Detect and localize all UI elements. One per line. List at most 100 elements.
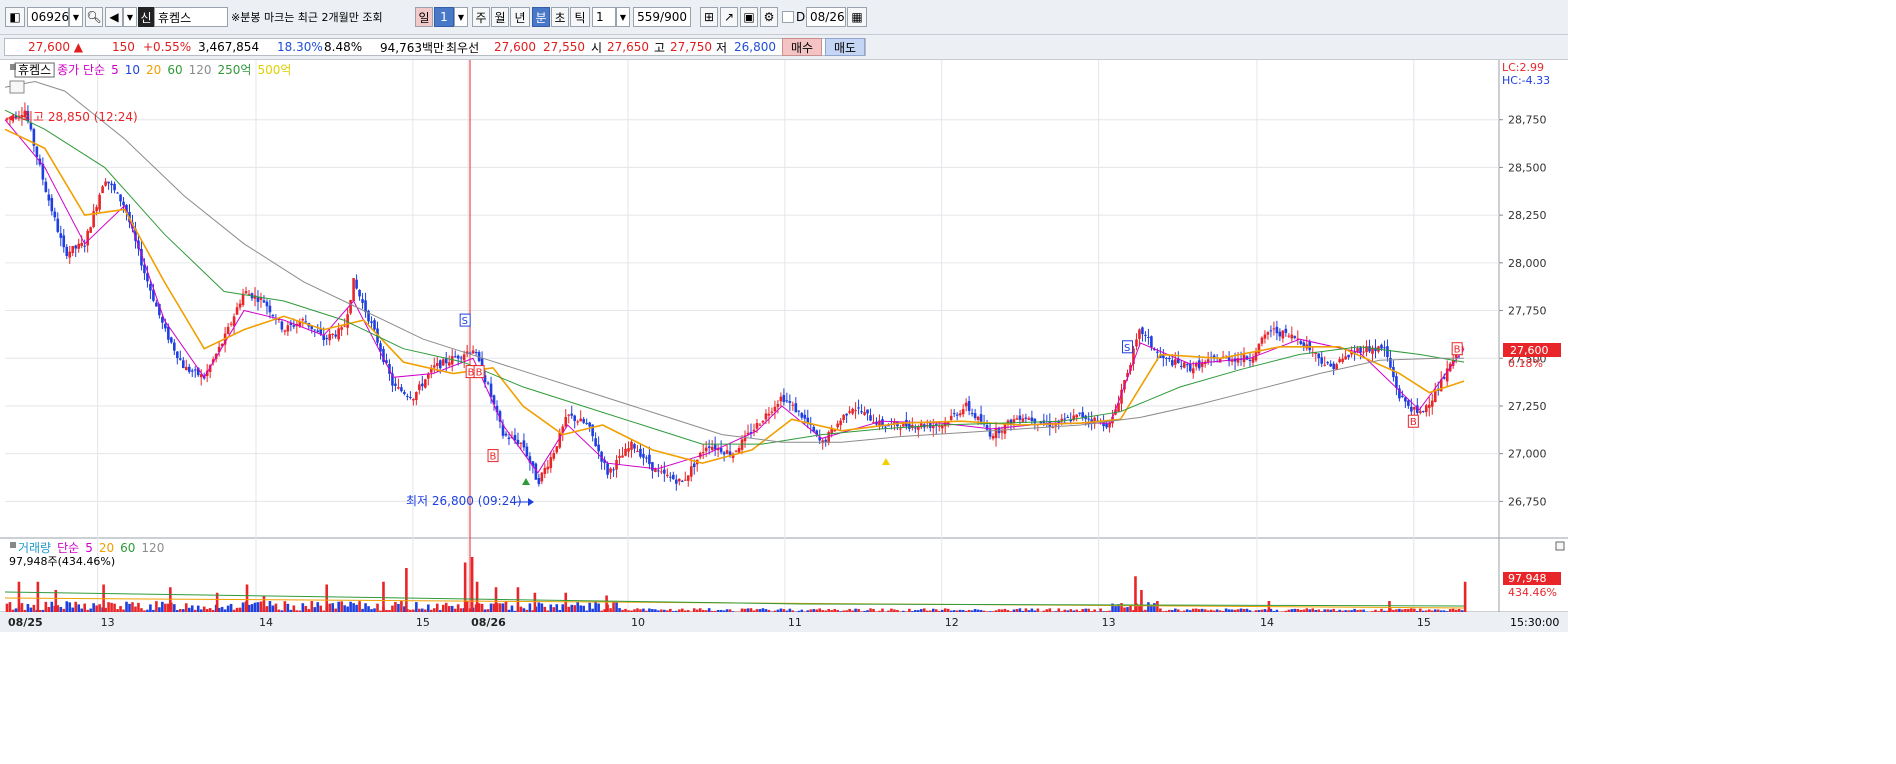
volume-bar bbox=[767, 609, 771, 612]
count-field[interactable]: 559/900 bbox=[633, 7, 691, 27]
volume-bar bbox=[1069, 609, 1073, 612]
volume-spike bbox=[475, 581, 479, 612]
settings-icon[interactable]: ⚙ bbox=[760, 7, 778, 27]
candle-body bbox=[1410, 406, 1413, 412]
interval-dropdown-icon[interactable]: ▼ bbox=[616, 7, 630, 27]
volume-spike bbox=[36, 581, 40, 612]
candle-body bbox=[1168, 357, 1171, 360]
candle-body bbox=[424, 379, 427, 388]
volume-bar bbox=[537, 602, 541, 612]
candle-body bbox=[74, 245, 78, 249]
period-minute[interactable]: 분 bbox=[532, 7, 550, 27]
calendar-icon[interactable]: ▦ bbox=[847, 7, 867, 27]
search-icon[interactable]: 🔍︎ bbox=[85, 7, 103, 27]
volume-bar bbox=[1057, 608, 1061, 612]
volume-bar bbox=[672, 611, 675, 612]
volume-bar bbox=[567, 606, 571, 612]
code-input[interactable]: 069260 bbox=[27, 7, 77, 27]
volume-bar bbox=[394, 602, 397, 612]
volume-bar bbox=[543, 606, 547, 612]
candle-body bbox=[1427, 404, 1431, 408]
candle-body bbox=[689, 466, 693, 477]
time-axis-background bbox=[0, 612, 1568, 632]
period-day[interactable]: 일 bbox=[415, 7, 433, 27]
candle-body bbox=[770, 411, 774, 413]
period-month[interactable]: 월 bbox=[491, 7, 509, 27]
volume-bar bbox=[1338, 609, 1341, 612]
volume-bar bbox=[1147, 602, 1150, 612]
candle-body bbox=[788, 401, 792, 403]
volume-bar bbox=[1326, 609, 1329, 612]
volume-bar bbox=[1362, 609, 1365, 612]
price-legend-item: 250억 bbox=[218, 63, 252, 77]
period-year[interactable]: 년 bbox=[510, 7, 530, 27]
indicator-icon[interactable]: ⊞ bbox=[700, 7, 718, 27]
period-dropdown-icon[interactable]: ▼ bbox=[454, 7, 468, 27]
price-legend-item: 종가 단순 bbox=[57, 63, 105, 77]
stock-name-field[interactable]: 휴켐스 bbox=[154, 7, 228, 27]
x-tick-label: 11 bbox=[788, 616, 802, 629]
date-input[interactable]: 08/26 bbox=[806, 7, 846, 27]
candle-body bbox=[265, 301, 269, 307]
volume-bar bbox=[788, 608, 792, 612]
candle-body bbox=[462, 354, 466, 361]
volume-bar bbox=[923, 608, 926, 612]
price-legend-item: 10 bbox=[125, 63, 140, 77]
candle-body bbox=[167, 326, 170, 340]
candle-body bbox=[1284, 328, 1288, 333]
date-checkbox[interactable] bbox=[782, 11, 794, 23]
candle-body bbox=[857, 407, 860, 409]
volume-bar bbox=[1233, 609, 1237, 612]
candle-body bbox=[262, 300, 266, 303]
candle-body bbox=[340, 327, 343, 330]
sell-button[interactable]: 매도 bbox=[825, 38, 865, 56]
volume-bar bbox=[719, 609, 723, 612]
volume-bar bbox=[818, 608, 822, 612]
period-second[interactable]: 초 bbox=[551, 7, 569, 27]
candle-body bbox=[931, 425, 935, 429]
volume-bar bbox=[184, 603, 188, 612]
volume-bar bbox=[964, 610, 968, 612]
speaker-icon[interactable]: ◀ bbox=[105, 7, 123, 27]
price-chart[interactable]: SB BBSBB 28,75028,50028,25028,00027,75027… bbox=[0, 60, 1568, 632]
high-annotation: 최고 28,850 (12:24) bbox=[22, 110, 138, 124]
speaker-dropdown-icon[interactable]: ▼ bbox=[123, 7, 137, 27]
candle-body bbox=[800, 413, 804, 418]
volume-spike bbox=[1463, 581, 1467, 612]
y-tick-label: 26,750 bbox=[1508, 495, 1547, 508]
volume-bar bbox=[931, 608, 935, 612]
volume-bar bbox=[1224, 608, 1228, 612]
volume-bar bbox=[283, 601, 287, 612]
code-dropdown-icon[interactable]: ▼ bbox=[69, 7, 83, 27]
interval-input[interactable]: 1 bbox=[592, 7, 616, 27]
candle-body bbox=[1419, 411, 1422, 413]
candle-body bbox=[884, 426, 887, 428]
ratio-1: 18.30% bbox=[277, 40, 323, 54]
buy-button[interactable]: 매수 bbox=[782, 38, 822, 56]
signal-buy: B bbox=[1407, 414, 1419, 428]
volume-bar bbox=[1454, 609, 1458, 612]
period-tick[interactable]: 틱 bbox=[570, 7, 590, 27]
volume-bar bbox=[1448, 609, 1452, 612]
volume-bar bbox=[773, 610, 777, 612]
volume-bar bbox=[651, 609, 654, 612]
volume-bar bbox=[367, 606, 370, 612]
volume-bar bbox=[441, 604, 445, 612]
chart-type-icon[interactable]: ◧ bbox=[5, 7, 25, 27]
period-day-count[interactable]: 1 bbox=[434, 7, 454, 27]
volume-bar bbox=[41, 609, 45, 612]
candle-body bbox=[80, 242, 83, 246]
candle-body bbox=[824, 439, 828, 442]
candle-body bbox=[734, 450, 738, 452]
period-week[interactable]: 주 bbox=[472, 7, 490, 27]
draw-tool-icon[interactable]: ↗ bbox=[720, 7, 738, 27]
candle-body bbox=[56, 218, 60, 232]
volume-bar bbox=[908, 608, 911, 612]
volume-bar bbox=[1036, 608, 1040, 612]
volume-bar bbox=[1293, 608, 1297, 612]
candle-body bbox=[585, 422, 588, 424]
candle-body bbox=[474, 352, 478, 354]
save-icon[interactable]: ▣ bbox=[740, 7, 758, 27]
volume-legend-item: 60 bbox=[120, 541, 135, 555]
volume-bar bbox=[1374, 609, 1377, 612]
